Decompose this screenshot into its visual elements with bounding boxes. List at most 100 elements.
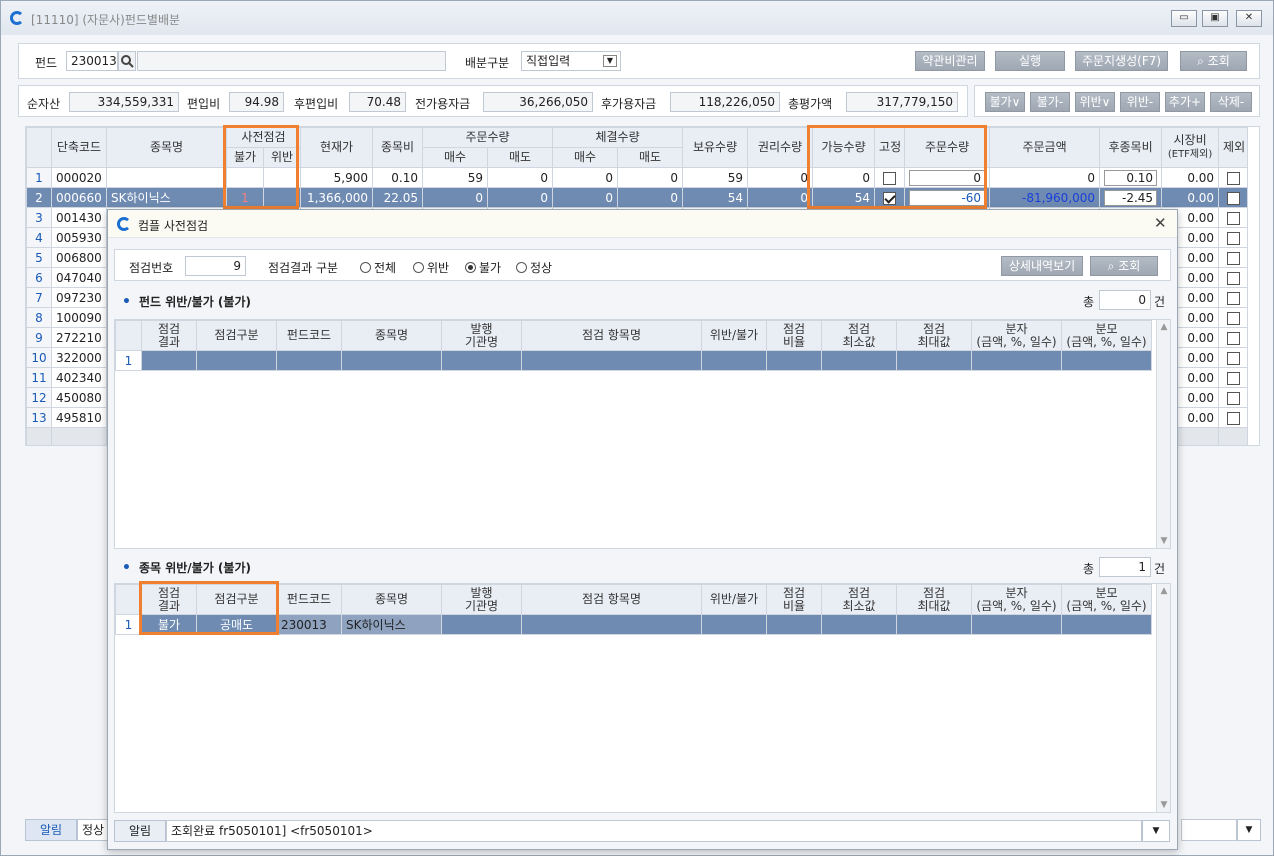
app-logo-icon <box>10 11 24 25</box>
cell-exclude[interactable] <box>1218 267 1249 288</box>
net-asset-label: 순자산 <box>27 97 61 111</box>
status-tab[interactable]: 정상 <box>77 819 109 841</box>
net-asset-value: 334,559,331 <box>69 92 179 112</box>
execute-button[interactable]: 실행 <box>995 51 1065 71</box>
exclude-checkbox[interactable] <box>1226 271 1240 285</box>
exclude-checkbox[interactable] <box>1226 331 1240 345</box>
table-row[interactable]: 1 불가 공매도 230013 SK하이닉스 <box>115 614 1152 635</box>
radio-all[interactable]: 전체 <box>360 259 396 276</box>
scroll-up-icon[interactable]: ▲ <box>1157 586 1170 596</box>
radio-wiban[interactable]: 위반 <box>413 259 449 276</box>
cell-exclude[interactable] <box>1218 247 1249 268</box>
fee-manage-button[interactable]: 약관비관리 <box>915 51 985 71</box>
exclude-checkbox[interactable] <box>1226 371 1240 385</box>
exclude-checkbox[interactable] <box>1226 351 1240 365</box>
exclude-checkbox[interactable] <box>1226 411 1240 425</box>
cell-exclude[interactable] <box>1218 227 1249 248</box>
cell-exclude[interactable] <box>1218 327 1249 348</box>
search-button[interactable]: ⌕ 조회 <box>1180 51 1247 71</box>
fund-code-input[interactable]: 230013 <box>66 51 118 71</box>
cell-oq[interactable]: 0 <box>904 167 991 188</box>
grid-header-line2: 최소값 <box>842 334 876 349</box>
dialog-search-button[interactable]: ⌕ 조회 <box>1090 256 1158 276</box>
table-row[interactable]: 2 000660 SK하이닉스 1 1,366,000 22.05 0 0 0 0 54 0 54 -60… <box>26 187 1249 208</box>
fixed-checkbox[interactable] <box>883 171 897 185</box>
stock-scrollbar[interactable]: ▲ ▼ <box>1156 584 1170 812</box>
dialog-alert-label: 알림 <box>114 820 166 842</box>
alert-tab[interactable]: 알림 <box>25 819 77 841</box>
wiban-remove-button[interactable]: 위반- <box>1120 92 1160 112</box>
radio-normal[interactable]: 정상 <box>516 259 552 276</box>
cell-exclude[interactable] <box>1218 207 1249 228</box>
bulga-toggle-button[interactable]: 불가∨ <box>985 92 1025 112</box>
exclude-checkbox[interactable] <box>1226 231 1240 245</box>
exclude-checkbox[interactable] <box>1226 251 1240 265</box>
cell-exclude[interactable] <box>1218 187 1249 208</box>
bullet-icon: • <box>122 560 131 576</box>
grid-cell <box>276 350 342 371</box>
cell-exclude[interactable] <box>1218 307 1249 328</box>
order-qty-input[interactable]: -60 <box>909 189 986 206</box>
grid-cell <box>341 350 442 371</box>
exclude-checkbox[interactable] <box>1226 171 1240 185</box>
cell-exclude[interactable] <box>1218 367 1249 388</box>
grid-header: 점검 항목명 <box>521 320 702 351</box>
precheck-dialog: 컴플 사전점검 ✕ 점검번호 9 점검결과 구분 전체 위반 불가 정상 상세내… <box>107 209 1178 850</box>
fund-name-field <box>137 51 446 71</box>
stock-unit: 건 <box>1154 562 1166 576</box>
scroll-down-icon[interactable]: ▼ <box>1157 536 1170 546</box>
grid-cell <box>701 350 767 371</box>
cell-afterw[interactable]: -2.45 <box>1099 187 1163 208</box>
cell-exclude[interactable] <box>1218 407 1249 428</box>
wiban-toggle-button[interactable]: 위반∨ <box>1075 92 1115 112</box>
check-no-input[interactable]: 9 <box>185 256 246 276</box>
dialog-title-bar: 컴플 사전점검 ✕ <box>108 210 1177 238</box>
status-dropdown-icon[interactable]: ▼ <box>1237 819 1261 841</box>
table-row[interactable]: 1 000020 5,900 0.10 59 0 0 0 59 0 0 0 0 0.10 0.00 <box>26 167 1249 188</box>
scroll-up-icon[interactable]: ▲ <box>1157 322 1170 332</box>
cell-code: 005930 <box>51 227 107 248</box>
exclude-checkbox[interactable] <box>1226 391 1240 405</box>
exclude-checkbox[interactable] <box>1226 311 1240 325</box>
cell-fixed[interactable] <box>874 167 906 188</box>
alloc-select[interactable]: 직접입력 ▼ <box>521 51 621 71</box>
grid-cell <box>441 350 522 371</box>
fund-search-button[interactable] <box>118 51 136 71</box>
exclude-checkbox[interactable] <box>1226 291 1240 305</box>
delete-button[interactable]: 삭제- <box>1210 92 1252 112</box>
cell-afterw[interactable]: 0.10 <box>1099 167 1163 188</box>
cell-exclude[interactable] <box>1218 347 1249 368</box>
after-weight-input[interactable]: 0.10 <box>1104 169 1158 186</box>
table-row[interactable]: 1 <box>115 350 1152 371</box>
restore-button[interactable]: ▣ <box>1202 10 1228 27</box>
add-button[interactable]: 추가+ <box>1165 92 1205 112</box>
cell-exclude[interactable] <box>1218 387 1249 408</box>
exclude-checkbox[interactable] <box>1226 191 1240 205</box>
market-weight-label: 시장비 <box>1173 133 1207 147</box>
scroll-down-icon[interactable]: ▼ <box>1157 800 1170 810</box>
cell-oq[interactable]: -60 <box>904 187 991 208</box>
dialog-status-dropdown-icon[interactable]: ▼ <box>1142 820 1170 842</box>
fund-scrollbar[interactable]: ▲ ▼ <box>1156 320 1170 548</box>
price-header: 현재가 <box>300 127 374 168</box>
detail-view-button[interactable]: 상세내역보기 <box>1001 256 1083 276</box>
cell-wiban <box>262 167 302 188</box>
create-order-button[interactable]: 주문지생성(F7) <box>1075 51 1168 71</box>
radio-bulga[interactable]: 불가 <box>465 259 501 276</box>
dialog-close-icon[interactable]: ✕ <box>1154 214 1167 232</box>
cell-exclude[interactable] <box>1218 287 1249 308</box>
order-sell-header: 매도 <box>487 147 554 168</box>
after-weight-input[interactable]: -2.45 <box>1104 189 1158 206</box>
cell-exclude[interactable] <box>1218 167 1249 188</box>
bulga-remove-button[interactable]: 불가- <box>1030 92 1070 112</box>
minimize-button[interactable]: ▭ <box>1171 10 1197 27</box>
grid-header-line2: 최대값 <box>917 598 951 613</box>
fixed-checkbox[interactable] <box>883 191 897 205</box>
cell-name <box>106 167 227 188</box>
order-qty-input[interactable]: 0 <box>909 169 986 186</box>
close-button[interactable]: ✕ <box>1236 10 1262 27</box>
exclude-checkbox[interactable] <box>1226 211 1240 225</box>
grid-header-line1: 펀드코드 <box>286 592 332 606</box>
grid-header-line1: 발행 <box>470 321 493 336</box>
cell-fixed[interactable] <box>874 187 906 208</box>
